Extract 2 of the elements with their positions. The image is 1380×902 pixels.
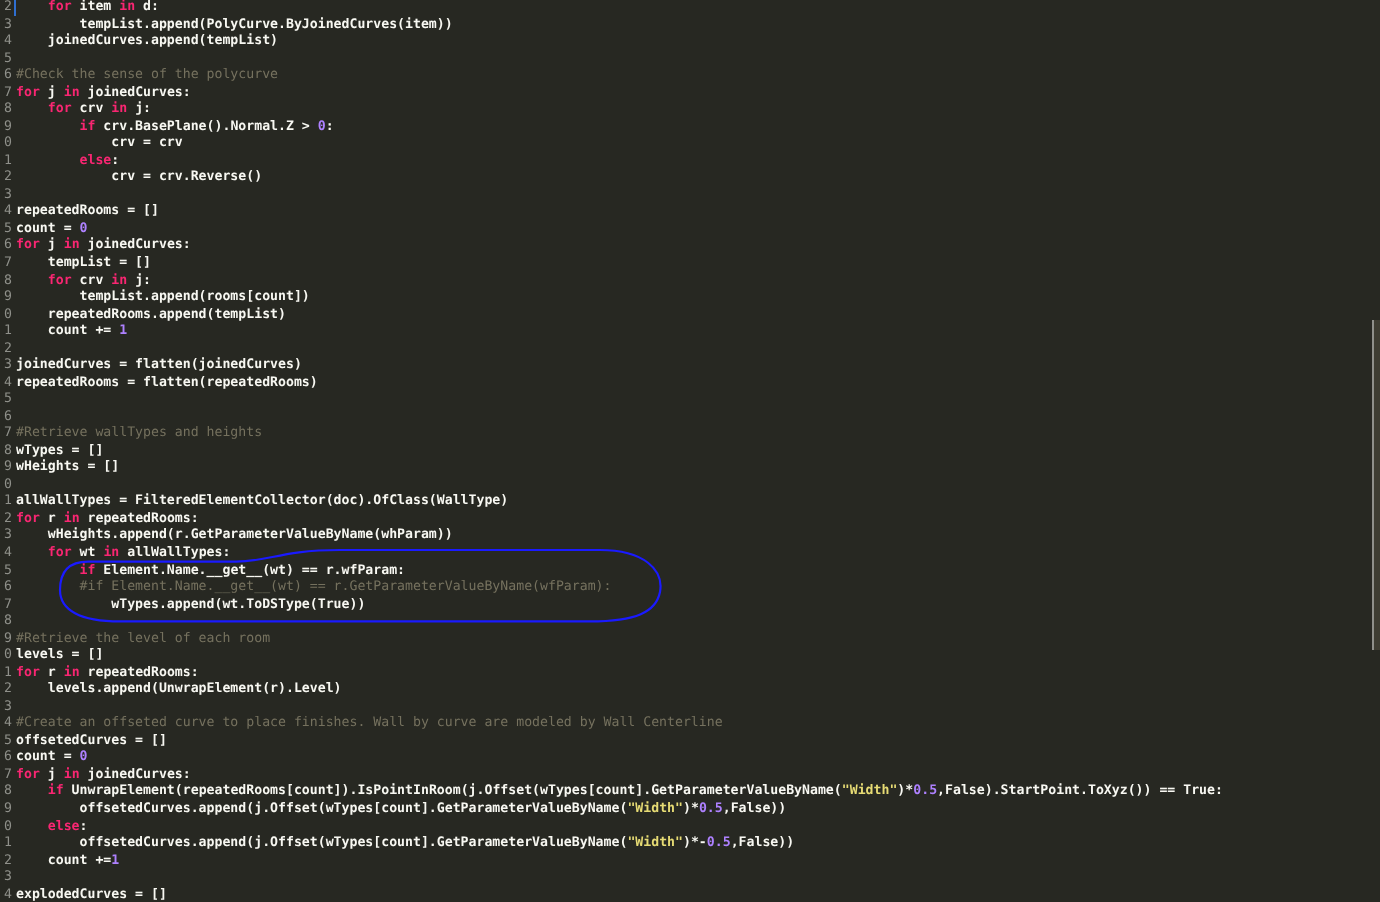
text-cursor <box>13 0 15 16</box>
scrollbar[interactable] <box>1372 320 1380 650</box>
